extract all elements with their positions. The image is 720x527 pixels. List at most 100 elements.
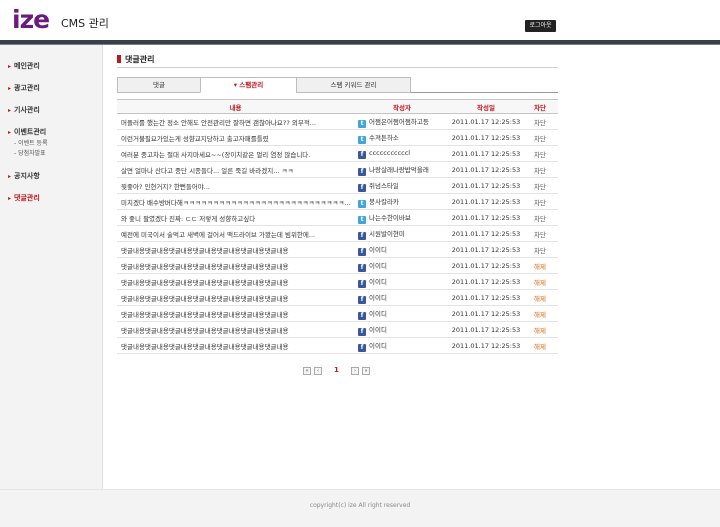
action-cell: 차단 [522, 145, 558, 162]
sidebar-subitem-event-register[interactable]: 이벤트 등록 [14, 138, 48, 147]
tab-bar: 댓글 스팸관리 스팸 키워드 관리 [117, 77, 558, 93]
comment-date: 2011.01.17 12:25:53 [450, 177, 522, 194]
author-name: 이이디 [369, 245, 387, 254]
table-row[interactable]: 댓글내용댓글내용댓글내용댓글내용댓글내용댓글내용댓글내용 f 이이디 2011.01.… [117, 305, 558, 322]
logo[interactable]: ize [12, 6, 50, 33]
block-button[interactable]: 차단 [534, 215, 546, 223]
comment-content[interactable]: 댓글내용댓글내용댓글내용댓글내용댓글내용댓글내용댓글내용 [117, 305, 354, 322]
release-button[interactable]: 해제 [534, 311, 546, 319]
twitter-icon: t [358, 215, 366, 224]
comment-content[interactable]: 댓글내용댓글내용댓글내용댓글내용댓글내용댓글내용댓글내용 [117, 289, 354, 306]
release-button[interactable]: 해제 [534, 327, 546, 335]
block-button[interactable]: 차단 [534, 151, 546, 159]
action-cell: 차단 [522, 129, 558, 146]
comment-content[interactable]: 댓글내용댓글내용댓글내용댓글내용댓글내용댓글내용댓글내용 [117, 257, 354, 274]
facebook-icon: f [358, 183, 366, 192]
facebook-icon: f [358, 150, 366, 159]
table-row[interactable]: 댓글내용댓글내용댓글내용댓글내용댓글내용댓글내용댓글내용 f 이이디 2011.01.… [117, 241, 558, 258]
facebook-icon: f [358, 311, 366, 320]
comment-date: 2011.01.17 12:25:53 [450, 193, 522, 210]
block-button[interactable]: 차단 [534, 135, 546, 143]
comment-content[interactable]: 댓글내용댓글내용댓글내용댓글내용댓글내용댓글내용댓글내용 [117, 337, 354, 354]
comment-content[interactable]: 댓글내용댓글내용댓글내용댓글내용댓글내용댓글내용댓글내용 [117, 273, 354, 290]
comment-author: f 이이디 [354, 289, 450, 306]
action-cell: 차단 [522, 225, 558, 242]
table-row[interactable]: 이런거불필요가있는게 성향교지당하고 출고자패를틀렸 t 수져튼하소 2011.01.… [117, 129, 558, 146]
author-name: 이이디 [369, 309, 387, 318]
page-number[interactable]: 1 [334, 366, 339, 374]
action-cell: 해제 [522, 289, 558, 306]
release-button[interactable]: 해제 [534, 279, 546, 287]
facebook-icon: f [358, 263, 366, 272]
sidebar-subitem-winners[interactable]: 당첨자발표 [14, 148, 46, 157]
block-button[interactable]: 차단 [534, 183, 546, 191]
table-row[interactable]: 댓글내용댓글내용댓글내용댓글내용댓글내용댓글내용댓글내용 f 이이디 2011.01.… [117, 289, 558, 306]
table-row[interactable]: 댓글내용댓글내용댓글내용댓글내용댓글내용댓글내용댓글내용 f 이이디 2011.01.… [117, 273, 558, 290]
release-button[interactable]: 해제 [534, 295, 546, 303]
comment-content[interactable]: 예전에 미국이서 술먹고 새벽에 걸어서 맥드라이브 가봤는데 빔위한에... [117, 225, 354, 242]
sidebar-item-articles[interactable]: 기사관리 [8, 105, 40, 115]
table-row[interactable]: 댓글내용댓글내용댓글내용댓글내용댓글내용댓글내용댓글내용 f 이이디 2011.01.… [117, 257, 558, 274]
author-name: 이이디 [369, 341, 387, 350]
release-button[interactable]: 해제 [534, 343, 546, 351]
logout-button[interactable]: 로그아웃 [525, 20, 556, 32]
table-row[interactable]: 댓글내용댓글내용댓글내용댓글내용댓글내용댓글내용댓글내용 f 이이디 2011.01.… [117, 321, 558, 338]
next-page-button[interactable]: › [351, 367, 359, 375]
table-row[interactable]: 미치겠다 배수방버다해ㅋㅋㅋㅋㅋㅋㅋㅋㅋㅋㅋㅋㅋㅋㅋㅋㅋㅋㅋㅋㅋㅋㅋㅋㅋㅋㅋㅋㅋ… [117, 193, 558, 210]
sidebar-item-events[interactable]: 이벤트관리 [8, 127, 46, 137]
table-row[interactable]: 뭣좋아? 인현거지? 한뻔들어야... f 쥐넘스타일 2011.01.17 12:2… [117, 177, 558, 194]
action-cell: 차단 [522, 241, 558, 258]
sidebar-item-main[interactable]: 메인관리 [8, 61, 40, 71]
first-page-button[interactable]: « [303, 367, 311, 375]
comment-content[interactable]: 미치겠다 배수방버다해ㅋㅋㅋㅋㅋㅋㅋㅋㅋㅋㅋㅋㅋㅋㅋㅋㅋㅋㅋㅋㅋㅋㅋㅋㅋㅋㅋㅋㅋ… [117, 193, 354, 210]
sidebar-item-ads[interactable]: 광고관리 [8, 83, 40, 93]
table-row[interactable]: 여러분 중고차는 절대 사지마세요~~(장이치같은 멀리 염정 많습니다. f cc… [117, 145, 558, 162]
comment-content[interactable]: 이런거불필요가있는게 성향교지당하고 출고자패를틀렸 [117, 129, 354, 146]
table-row[interactable]: 머플러를 했는간 정소 안해도 안전관리만 잘하면 괜찮아나요?? 외부적...… [117, 113, 558, 130]
comment-author: f 나랑살래나랑밥먹을래 [354, 161, 450, 178]
action-cell: 해제 [522, 257, 558, 274]
comment-content[interactable]: 여러분 중고차는 절대 사지마세요~~(장이치같은 멀리 염정 많습니다. [117, 145, 354, 162]
table-row[interactable]: 와 좋니 팔였겠다 진짜: ㄷㄷ 저렇게 성향하고싶다 t 나는수한이바보 2011.… [117, 209, 558, 226]
comment-date: 2011.01.17 12:25:53 [450, 225, 522, 242]
author-name: 이이디 [369, 325, 387, 334]
facebook-icon: f [358, 343, 366, 352]
comment-content[interactable]: 머플러를 했는간 정소 안해도 안전관리만 잘하면 괜찮아나요?? 외부적... [117, 113, 354, 130]
comment-content[interactable]: 살면 얼마나 산다고 중단 시종들다... 얼른 죽길 바라겠지... ㅋㅋ [117, 161, 354, 178]
block-button[interactable]: 차단 [534, 167, 546, 175]
prev-page-button[interactable]: ‹ [314, 367, 322, 375]
tab-spam-keywords[interactable]: 스팸 키워드 관리 [296, 77, 411, 93]
block-button[interactable]: 차단 [534, 231, 546, 239]
comment-content[interactable]: 와 좋니 팔였겠다 진짜: ㄷㄷ 저렇게 성향하고싶다 [117, 209, 354, 226]
author-name: 시원발이현미 [369, 229, 405, 238]
tab-comments[interactable]: 댓글 [117, 77, 201, 93]
comment-date: 2011.01.17 12:25:53 [450, 289, 522, 306]
table-row[interactable]: 살면 얼마나 산다고 중단 시종들다... 얼른 죽길 바라겠지... ㅋㅋ f 나… [117, 161, 558, 178]
author-name: 붕사칼라카 [369, 197, 399, 206]
action-cell: 차단 [522, 209, 558, 226]
action-cell: 차단 [522, 177, 558, 194]
sidebar-item-comments[interactable]: 댓글관리 [8, 193, 40, 203]
comment-author: f 이이디 [354, 257, 450, 274]
last-page-button[interactable]: » [362, 367, 370, 375]
comment-author: f 시원발이현미 [354, 225, 450, 242]
comment-content[interactable]: 뭣좋아? 인현거지? 한뻔들어야... [117, 177, 354, 194]
block-button[interactable]: 차단 [534, 119, 546, 127]
block-button[interactable]: 차단 [534, 247, 546, 255]
comment-content[interactable]: 댓글내용댓글내용댓글내용댓글내용댓글내용댓글내용댓글내용 [117, 241, 354, 258]
author-name: 어쩜은어쩜어쩜하고등 [369, 117, 429, 126]
app-title: CMS 관리 [61, 17, 109, 30]
sidebar-item-notices[interactable]: 공지사항 [8, 171, 40, 181]
tab-spam[interactable]: 스팸관리 [200, 77, 297, 93]
table-row[interactable]: 댓글내용댓글내용댓글내용댓글내용댓글내용댓글내용댓글내용 f 이이디 2011.01.… [117, 337, 558, 354]
table-row[interactable]: 예전에 미국이서 술먹고 새벽에 걸어서 맥드라이브 가봤는데 빔위한에... f… [117, 225, 558, 242]
block-button[interactable]: 차단 [534, 199, 546, 207]
action-cell: 차단 [522, 113, 558, 130]
comment-date: 2011.01.17 12:25:53 [450, 241, 522, 258]
facebook-icon: f [358, 327, 366, 336]
comment-date: 2011.01.17 12:25:53 [450, 113, 522, 130]
comment-author: f cccccccccccl [354, 145, 450, 162]
comment-content[interactable]: 댓글내용댓글내용댓글내용댓글내용댓글내용댓글내용댓글내용 [117, 321, 354, 338]
twitter-icon: t [358, 199, 366, 208]
release-button[interactable]: 해제 [534, 263, 546, 271]
